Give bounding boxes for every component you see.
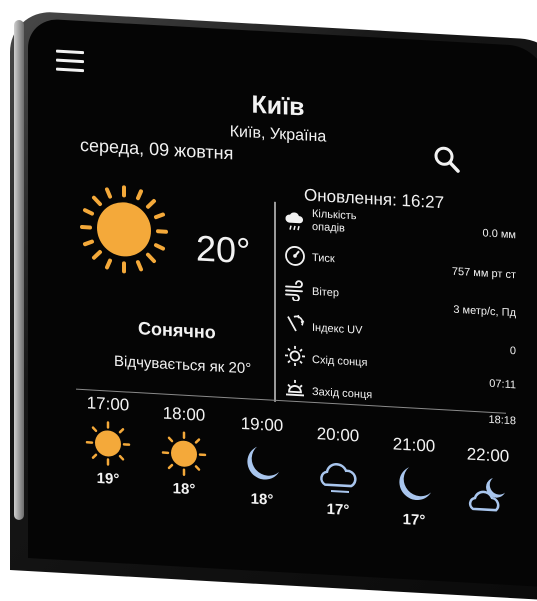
hour-time: 20:00 (308, 424, 368, 447)
detail-value-precipitation: 0.0 мм (396, 223, 516, 242)
hourly-item[interactable]: 18:00 18° (154, 403, 214, 499)
hour-time: 22:00 (458, 444, 518, 467)
hour-temperature: 19° (78, 469, 138, 489)
sun-icon (85, 419, 131, 468)
details-panel: Кількість опадів 0.0 мм Тиск 757 мм рт с… (284, 204, 534, 418)
hourly-item[interactable]: 17:00 19° (78, 393, 138, 489)
hourly-item[interactable]: 22:00 (458, 444, 518, 523)
weather-condition: Сонячно (138, 318, 216, 343)
hour-time: 21:00 (384, 434, 444, 457)
hour-time: 17:00 (78, 393, 138, 416)
detail-label-precipitation: Кількість опадів (312, 208, 382, 238)
cloud-icon (315, 450, 361, 499)
current-temperature: 20° (196, 227, 250, 272)
menu-icon[interactable] (56, 50, 84, 74)
uv-icon (284, 312, 306, 335)
cloud-moon-icon (465, 470, 511, 519)
detail-value-wind: 3 метр/с, Пд (396, 301, 516, 320)
moon-icon (239, 440, 285, 489)
detail-label-wind: Вітер (312, 286, 339, 301)
sun-icon (161, 429, 207, 478)
vertical-divider (274, 202, 276, 402)
rain-icon (284, 210, 306, 233)
feels-like: Відчувається як 20° (114, 353, 251, 378)
hour-temperature: 17° (308, 500, 368, 520)
detail-value-pressure: 757 мм рт ст (396, 263, 516, 282)
sun-icon (78, 181, 170, 278)
hour-time: 18:00 (154, 403, 214, 426)
detail-label-sunrise: Схід сонця (312, 354, 367, 370)
hour-time: 19:00 (232, 413, 292, 436)
hourly-item[interactable]: 20:00 17° (308, 424, 368, 520)
pressure-gauge-icon (284, 244, 306, 267)
sunrise-icon (284, 344, 306, 367)
wind-icon (284, 278, 306, 301)
detail-label-uv: Індекс UV (312, 322, 362, 338)
app-screen: Київ Київ, Україна середа, 09 жовтня Оно… (28, 18, 537, 587)
hour-temperature (458, 520, 518, 523)
hour-temperature: 18° (154, 479, 214, 499)
moon-icon (391, 460, 437, 509)
detail-value-sunrise: 07:11 (396, 373, 516, 392)
sunset-icon (284, 376, 306, 399)
hour-temperature: 18° (232, 489, 292, 509)
hourly-item[interactable]: 19:00 18° (232, 413, 292, 509)
detail-label-sunset: Захід сонця (312, 386, 372, 402)
hour-temperature: 17° (384, 510, 444, 530)
phone-side-edge (14, 20, 24, 520)
detail-label-pressure: Тиск (312, 252, 335, 266)
search-icon[interactable] (433, 145, 461, 175)
hourly-item[interactable]: 21:00 17° (384, 434, 444, 530)
detail-value-uv: 0 (396, 339, 516, 358)
